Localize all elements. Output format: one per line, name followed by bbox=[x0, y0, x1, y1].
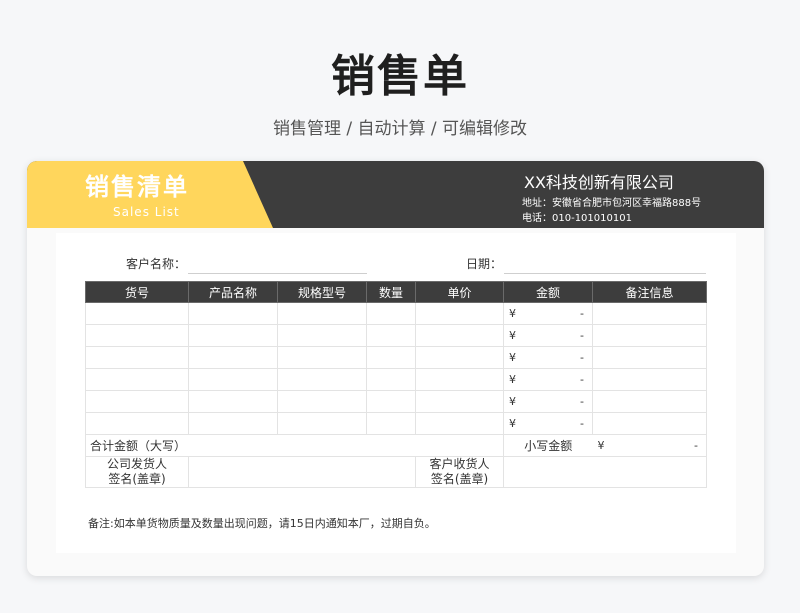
table-row: ¥ - bbox=[85, 346, 707, 369]
amount-cell[interactable]: ¥ - bbox=[503, 368, 593, 391]
amount-value: - bbox=[580, 373, 584, 386]
amount-value: - bbox=[580, 307, 584, 320]
cell[interactable] bbox=[415, 390, 504, 413]
total-small-value: - bbox=[694, 439, 698, 452]
company-address: 地址：安徽省合肥市包河区幸福路888号 bbox=[522, 198, 702, 209]
table-row: ¥ - bbox=[85, 324, 707, 347]
cell[interactable] bbox=[85, 368, 189, 391]
currency-symbol: ¥ bbox=[509, 329, 516, 342]
cell[interactable] bbox=[277, 346, 367, 369]
header-spec: 规格型号 bbox=[277, 281, 367, 303]
cell[interactable] bbox=[277, 390, 367, 413]
header-product-name: 产品名称 bbox=[188, 281, 278, 303]
table-row: ¥ - bbox=[85, 390, 707, 413]
sales-sheet: 客户名称： 日期： 货号 产品名称 规格型号 数量 单价 金额 备注信息 ¥ -… bbox=[56, 233, 736, 553]
customer-sign-line1: 客户收货人 bbox=[429, 457, 490, 471]
cell[interactable] bbox=[592, 390, 707, 413]
customer-name-label: 客户名称： bbox=[126, 257, 187, 271]
cell[interactable] bbox=[277, 368, 367, 391]
cell[interactable] bbox=[366, 390, 416, 413]
amount-cell[interactable]: ¥ - bbox=[503, 302, 593, 325]
amount-value: - bbox=[580, 351, 584, 364]
footnote: 备注:如本单货物质量及数量出现问题，请15日内通知本厂，过期自负。 bbox=[88, 517, 436, 530]
cell[interactable] bbox=[277, 324, 367, 347]
amount-cell[interactable]: ¥ - bbox=[503, 390, 593, 413]
cell[interactable] bbox=[188, 324, 278, 347]
header-remarks: 备注信息 bbox=[592, 281, 707, 303]
banner-subtitle: Sales List bbox=[113, 205, 180, 219]
cell[interactable] bbox=[366, 368, 416, 391]
page-subtitle: 销售管理 / 自动计算 / 可编辑修改 bbox=[272, 119, 528, 139]
cell[interactable] bbox=[592, 368, 707, 391]
amount-value: - bbox=[580, 329, 584, 342]
table-header-row: 货号 产品名称 规格型号 数量 单价 金额 备注信息 bbox=[85, 281, 707, 303]
cell[interactable] bbox=[277, 302, 367, 325]
cell[interactable] bbox=[85, 346, 189, 369]
cell[interactable] bbox=[415, 302, 504, 325]
cell[interactable] bbox=[366, 412, 416, 435]
cell[interactable] bbox=[415, 412, 504, 435]
cell[interactable] bbox=[415, 346, 504, 369]
cell[interactable] bbox=[188, 390, 278, 413]
cell[interactable] bbox=[188, 368, 278, 391]
customer-sign-line2: 签名(盖章) bbox=[430, 472, 489, 486]
header-amount: 金额 bbox=[503, 281, 593, 303]
amount-cell[interactable]: ¥ - bbox=[503, 412, 593, 435]
currency-symbol: ¥ bbox=[597, 439, 605, 452]
cell[interactable] bbox=[366, 324, 416, 347]
amount-cell[interactable]: ¥ - bbox=[503, 324, 593, 347]
total-small-label: 小写金额 bbox=[503, 434, 593, 457]
cell[interactable] bbox=[592, 302, 707, 325]
customer-sign-label: 客户收货人 签名(盖章) bbox=[415, 456, 504, 488]
total-caps-label: 合计金额（大写） bbox=[85, 434, 504, 457]
header-item-no: 货号 bbox=[85, 281, 189, 303]
cell[interactable] bbox=[592, 412, 707, 435]
amount-value: - bbox=[580, 417, 584, 430]
company-sign-line2: 签名(盖章) bbox=[108, 472, 166, 486]
company-phone: 电话：010-101010101 bbox=[522, 213, 632, 224]
date-label: 日期： bbox=[466, 257, 503, 271]
total-row: 合计金额（大写） 小写金额 ¥ - bbox=[85, 434, 707, 457]
cell[interactable] bbox=[85, 302, 189, 325]
banner-title: 销售清单 bbox=[85, 173, 189, 201]
company-name: XX科技创新有限公司 bbox=[524, 173, 674, 192]
amount-value: - bbox=[580, 395, 584, 408]
company-sign-label: 公司发货人 签名(盖章) bbox=[85, 456, 189, 488]
total-small-amount[interactable]: ¥ - bbox=[592, 434, 707, 457]
header-unit-price: 单价 bbox=[415, 281, 504, 303]
currency-symbol: ¥ bbox=[509, 307, 516, 320]
customer-name-field[interactable] bbox=[188, 273, 367, 274]
currency-symbol: ¥ bbox=[509, 373, 516, 386]
sales-document-card: 销售清单 Sales List XX科技创新有限公司 地址：安徽省合肥市包河区幸… bbox=[27, 161, 764, 576]
currency-symbol: ¥ bbox=[509, 351, 516, 364]
company-sign-line1: 公司发货人 bbox=[106, 457, 167, 471]
cell[interactable] bbox=[366, 302, 416, 325]
currency-symbol: ¥ bbox=[509, 417, 516, 430]
currency-symbol: ¥ bbox=[509, 395, 516, 408]
items-table: 货号 产品名称 规格型号 数量 单价 金额 备注信息 ¥ - ¥ - ¥ - ¥… bbox=[85, 281, 707, 488]
header-quantity: 数量 bbox=[366, 281, 416, 303]
cell[interactable] bbox=[188, 302, 278, 325]
cell[interactable] bbox=[366, 346, 416, 369]
cell[interactable] bbox=[85, 412, 189, 435]
header-banner: 销售清单 Sales List XX科技创新有限公司 地址：安徽省合肥市包河区幸… bbox=[27, 161, 764, 228]
date-field[interactable] bbox=[504, 273, 706, 274]
signature-row: 公司发货人 签名(盖章) 客户收货人 签名(盖章) bbox=[85, 456, 707, 488]
customer-sign-field[interactable] bbox=[503, 456, 707, 488]
cell[interactable] bbox=[85, 390, 189, 413]
cell[interactable] bbox=[592, 324, 707, 347]
cell[interactable] bbox=[188, 412, 278, 435]
company-sign-field[interactable] bbox=[188, 456, 416, 488]
table-row: ¥ - bbox=[85, 302, 707, 325]
table-row: ¥ - bbox=[85, 412, 707, 435]
cell[interactable] bbox=[592, 346, 707, 369]
cell[interactable] bbox=[85, 324, 189, 347]
cell[interactable] bbox=[415, 324, 504, 347]
page-title: 销售单 bbox=[331, 51, 469, 102]
cell[interactable] bbox=[188, 346, 278, 369]
cell[interactable] bbox=[277, 412, 367, 435]
cell[interactable] bbox=[415, 368, 504, 391]
amount-cell[interactable]: ¥ - bbox=[503, 346, 593, 369]
table-row: ¥ - bbox=[85, 368, 707, 391]
